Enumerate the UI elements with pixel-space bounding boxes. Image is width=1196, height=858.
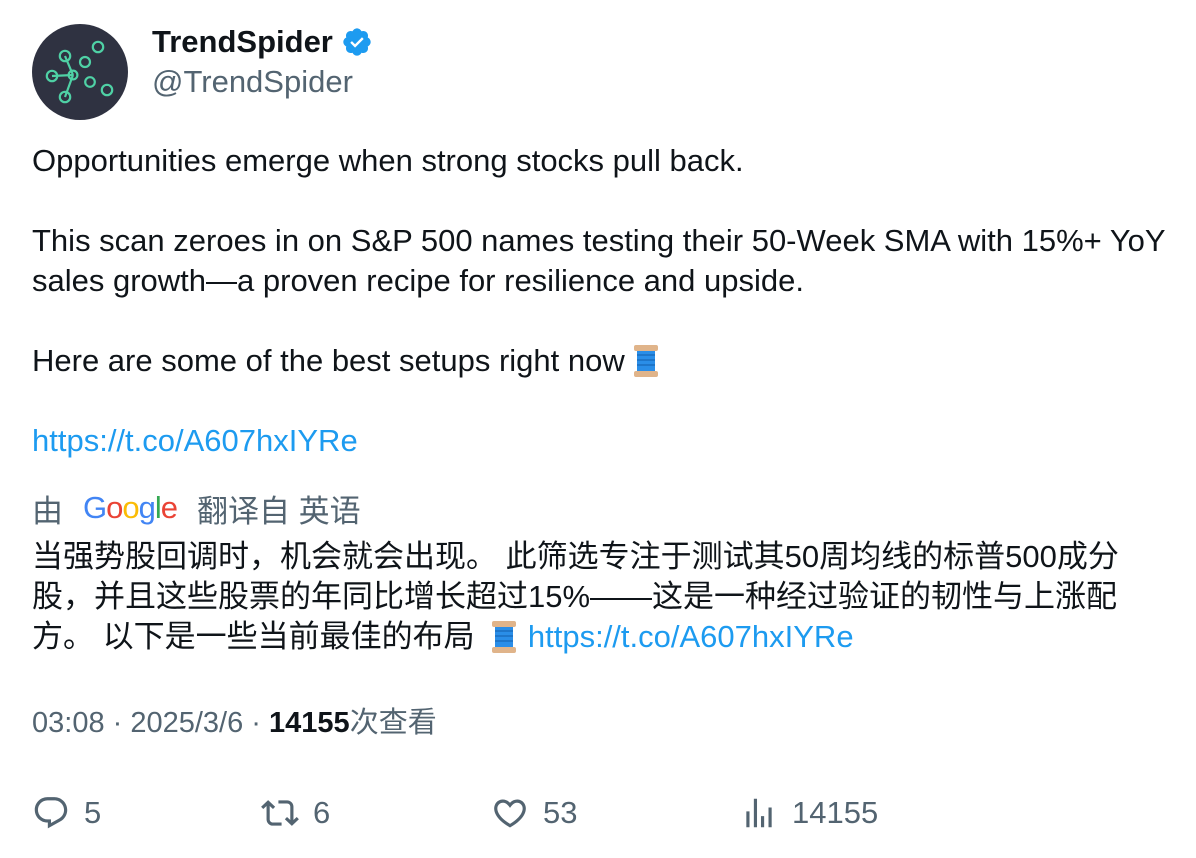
translated-link[interactable]: https://t.co/A607hxIYRe — [528, 619, 854, 654]
trendspider-logo-icon — [45, 40, 114, 104]
reply-count: 5 — [84, 795, 102, 830]
tweet-time[interactable]: 03:08 — [32, 707, 105, 739]
reply-icon — [34, 797, 68, 829]
translation-suffix: 翻译自 英语 — [197, 493, 361, 529]
tweet-link[interactable]: https://t.co/A607hxIYRe — [32, 423, 358, 458]
translated-text: 当强势股回调时，机会就会出现。 此筛选专注于测试其50周均线的标普500成分股，… — [32, 537, 1167, 657]
action-bar: 5 6 53 14155 — [0, 790, 1196, 836]
tweet-line-2: This scan zeroes in on S&P 500 names tes… — [32, 223, 1166, 298]
tweet-line-3-text: Here are some of the best setups right n… — [32, 343, 625, 378]
like-count: 53 — [543, 795, 578, 830]
views-button[interactable]: 14155 — [740, 790, 878, 836]
verified-badge-icon[interactable] — [341, 26, 373, 58]
tweet-meta: 03:08 · 2025/3/6 · 14155次查看 — [32, 703, 437, 743]
author-handle[interactable]: @TrendSpider — [152, 62, 353, 102]
spool-emoji-icon — [489, 619, 519, 655]
views-count: 14155 — [269, 707, 350, 739]
translation-attribution[interactable]: 由 Google 翻译自 英语 — [32, 487, 361, 529]
analytics-icon — [746, 798, 772, 828]
tweet-text: Opportunities emerge when strong stocks … — [32, 141, 1172, 461]
avatar[interactable] — [32, 24, 128, 120]
views-action-count: 14155 — [792, 795, 879, 830]
author-display-name[interactable]: TrendSpider — [152, 22, 333, 62]
heart-icon — [494, 799, 526, 828]
author-name-row: TrendSpider — [152, 22, 373, 62]
meta-separator: · — [243, 707, 270, 739]
retweet-button[interactable]: 6 — [261, 790, 330, 836]
reply-button[interactable]: 5 — [32, 790, 101, 836]
retweet-icon — [261, 800, 299, 826]
translation-prefix: 由 — [32, 493, 63, 529]
spool-emoji-icon — [631, 343, 661, 379]
google-logo: Google — [83, 490, 178, 525]
like-button[interactable]: 53 — [491, 790, 577, 836]
meta-separator: · — [104, 707, 131, 739]
tweet-date[interactable]: 2025/3/6 — [130, 707, 243, 739]
tweet-line-3: Here are some of the best setups right n… — [32, 341, 1172, 381]
tweet-line-1: Opportunities emerge when strong stocks … — [32, 143, 744, 178]
retweet-count: 6 — [313, 795, 331, 830]
views-label: 次查看 — [349, 707, 437, 739]
